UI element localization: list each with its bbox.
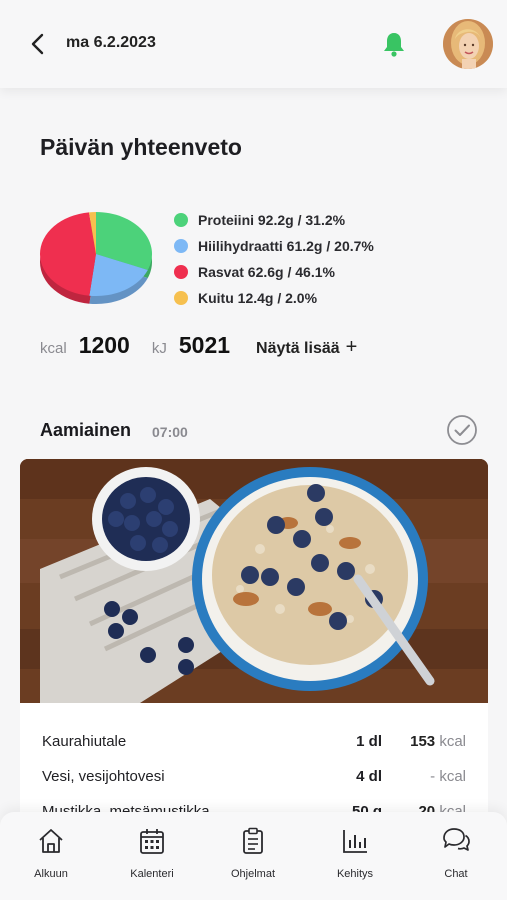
legend-label: Kuitu 12.4g / 2.0%: [198, 290, 318, 306]
top-bar: ma 6.2.2023: [0, 0, 507, 88]
meal-photo[interactable]: [20, 459, 488, 703]
show-more-button[interactable]: Näytä lisää +: [256, 336, 357, 359]
bell-icon[interactable]: [380, 30, 408, 58]
meal-time: 07:00: [152, 424, 188, 440]
nav-item-progress[interactable]: Kehitys: [310, 826, 400, 892]
legend-label: Hiilihydraatti 61.2g / 20.7%: [198, 238, 374, 254]
nav-item-chat[interactable]: Chat: [411, 826, 501, 892]
bottom-navigation: Alkuun Kalenteri Ohjelmat Kehitys Chat: [0, 812, 507, 900]
summary-title: Päivän yhteenveto: [40, 134, 242, 160]
fat-dot-icon: [174, 265, 188, 279]
macro-legend: Proteiini 92.2g / 31.2% Hiilihydraatti 6…: [174, 207, 374, 311]
bar-chart-icon: [343, 830, 367, 853]
food-name: Kaurahiutale: [42, 733, 127, 750]
legend-item-protein: Proteiini 92.2g / 31.2%: [174, 207, 374, 233]
carbs-dot-icon: [174, 239, 188, 253]
nav-label: Kehitys: [336, 868, 374, 880]
list-item[interactable]: Kaurahiutale 1 dl 153 kcal: [42, 733, 466, 757]
check-circle-icon[interactable]: [446, 414, 478, 446]
legend-label: Rasvat 62.6g / 46.1%: [198, 264, 335, 280]
calendar-icon: [140, 829, 164, 854]
profile-photo-icon: [443, 19, 493, 69]
meal-title: Aamiainen: [40, 420, 132, 440]
kcal-unit: kcal: [439, 768, 466, 785]
back-arrow-icon[interactable]: [26, 30, 50, 58]
chat-icon: [443, 828, 470, 851]
home-icon: [39, 829, 63, 853]
nav-label: Chat: [444, 868, 468, 880]
nav-item-home[interactable]: Alkuun: [6, 826, 96, 892]
kcal-value: 1200: [78, 332, 130, 358]
kj-unit: kJ: [151, 340, 167, 357]
fiber-dot-icon: [174, 291, 188, 305]
legend-item-carbs: Hiilihydraatti 61.2g / 20.7%: [174, 233, 374, 259]
clipboard-icon: [243, 827, 263, 854]
macro-pie-chart: [39, 212, 152, 304]
legend-item-fat: Rasvat 62.6g / 46.1%: [174, 259, 374, 285]
current-date[interactable]: ma 6.2.2023: [66, 34, 156, 52]
avatar[interactable]: [443, 19, 493, 69]
kcal-unit: kcal: [439, 733, 466, 750]
nav-label: Ohjelmat: [230, 868, 276, 880]
oatmeal-image-icon: [20, 459, 488, 703]
food-kcal: - kcal: [430, 768, 466, 785]
kcal-unit: kcal: [40, 340, 67, 357]
kj-value: 5021: [178, 332, 231, 358]
protein-dot-icon: [174, 213, 188, 227]
legend-item-fiber: Kuitu 12.4g / 2.0%: [174, 285, 374, 311]
plus-icon: +: [345, 336, 358, 358]
food-name: Vesi, vesijohtovesi: [42, 768, 165, 785]
kcal-number: 153: [410, 733, 436, 750]
food-amount: 4 dl: [356, 768, 382, 785]
legend-label: Proteiini 92.2g / 31.2%: [198, 212, 346, 228]
nav-label: Kalenteri: [130, 868, 174, 880]
kcal-number: -: [430, 768, 436, 785]
nav-item-calendar[interactable]: Kalenteri: [107, 826, 197, 892]
food-amount: 1 dl: [356, 733, 382, 750]
nav-item-programs[interactable]: Ohjelmat: [208, 826, 298, 892]
food-list: Kaurahiutale 1 dl 153 kcal Vesi, vesijoh…: [20, 703, 488, 823]
list-item[interactable]: Vesi, vesijohtovesi 4 dl - kcal: [42, 768, 466, 792]
show-more-label: Näytä lisää: [256, 340, 340, 357]
energy-summary: kcal 1200 kJ 5021 Näytä lisää +: [40, 332, 357, 366]
food-kcal: 153 kcal: [410, 733, 466, 750]
nav-label: Alkuun: [34, 868, 68, 880]
